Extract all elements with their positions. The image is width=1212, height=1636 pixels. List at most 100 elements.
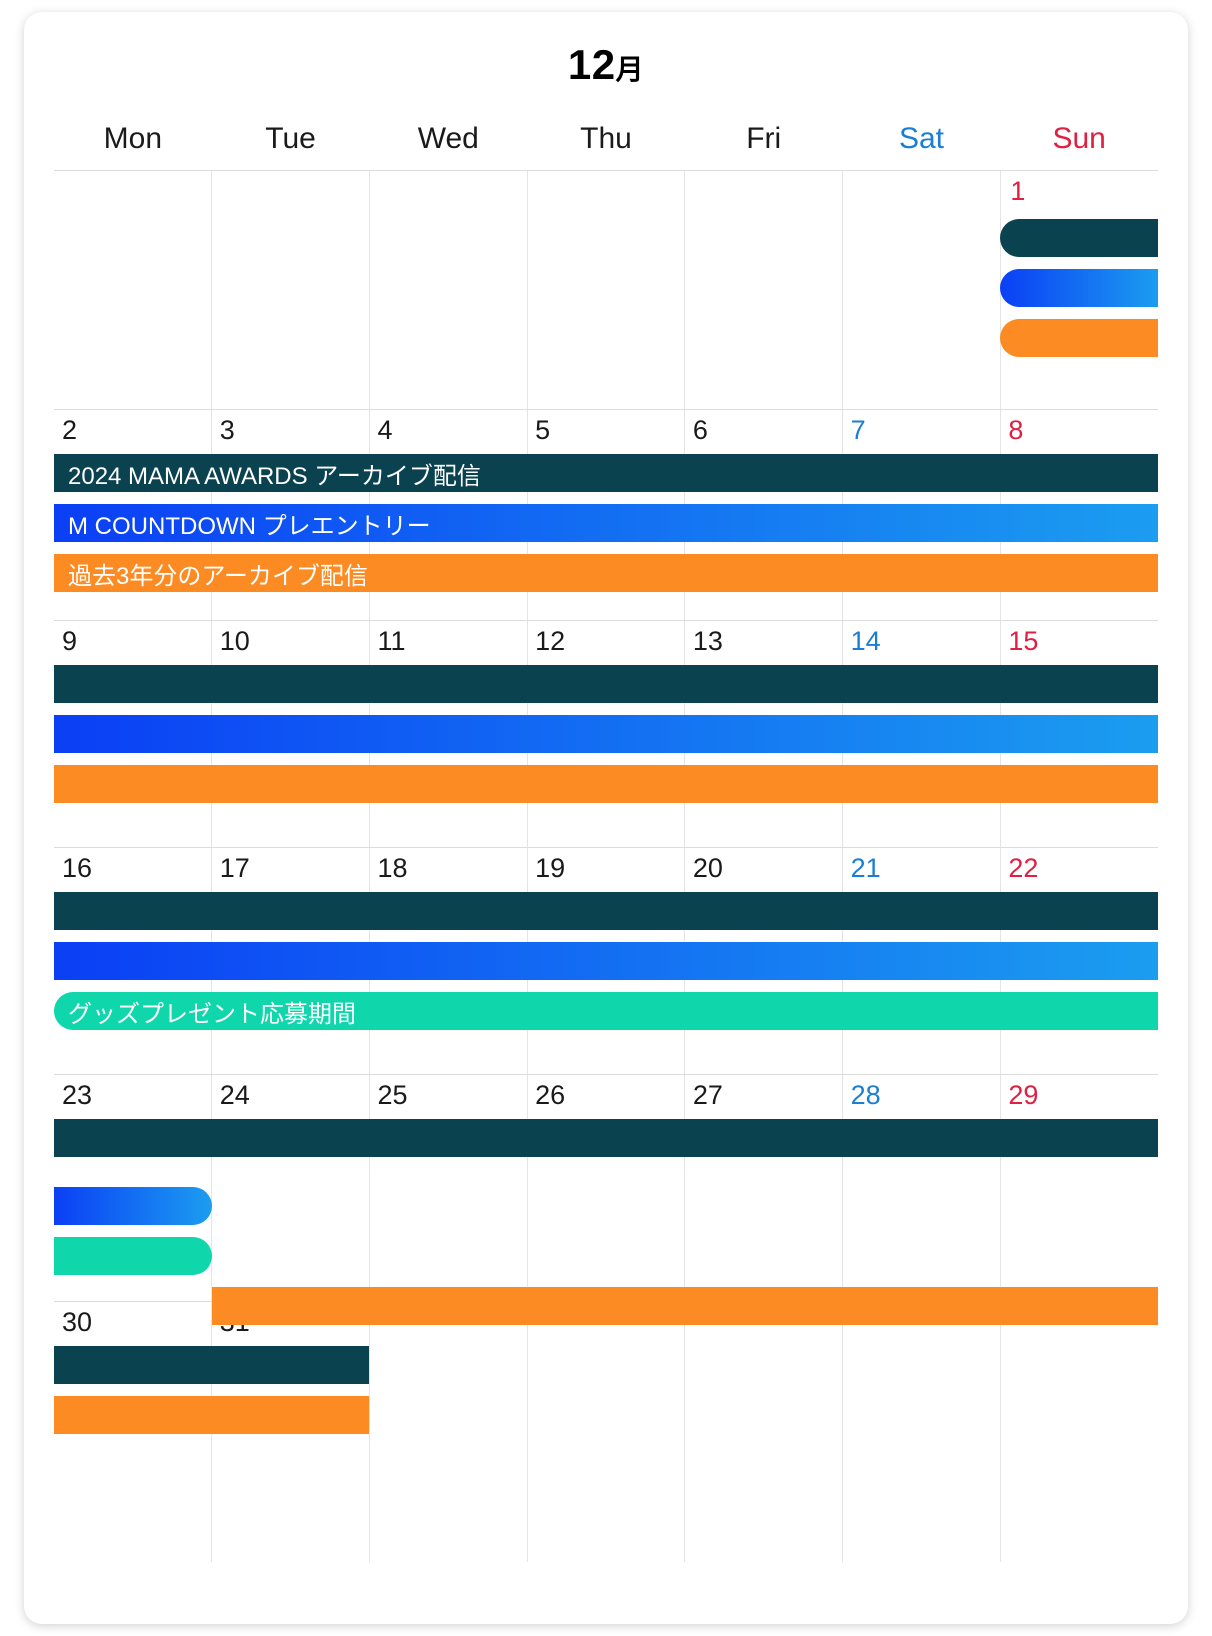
- day-cell: 8: [1000, 410, 1158, 446]
- day-cell: 15: [1000, 621, 1158, 657]
- day-cell: 29: [1000, 1075, 1158, 1111]
- event-bar-line: [54, 1237, 1158, 1275]
- event-bar[interactable]: [211, 1287, 1158, 1325]
- event-bar-line: [54, 892, 1158, 930]
- event-bar-line: [54, 1119, 1158, 1157]
- day-cell: 16: [54, 848, 212, 884]
- day-number: 13: [692, 626, 723, 656]
- day-number: 1: [1010, 176, 1026, 206]
- weekday-sun: Sun: [1052, 122, 1106, 155]
- day-number: 24: [219, 1080, 250, 1110]
- weekday-thu: Thu: [580, 122, 632, 155]
- event-bar[interactable]: [54, 1346, 370, 1384]
- day-cell: 24: [212, 1075, 370, 1111]
- event-bar[interactable]: [54, 1237, 212, 1275]
- event-bar-line: 過去3年分のアーカイブ配信: [54, 554, 1158, 592]
- event-bar-line: 2024 MAMA AWARDS アーカイブ配信: [54, 454, 1158, 492]
- event-bars: [54, 1346, 1158, 1446]
- event-bar[interactable]: [1000, 319, 1158, 357]
- day-number: 10: [219, 626, 250, 656]
- day-number: 15: [1008, 626, 1039, 656]
- event-bar-line: [54, 715, 1158, 753]
- day-number-row: 2 3 4 5 6 7 8: [54, 410, 1158, 446]
- event-bars: [54, 665, 1158, 815]
- event-bar-line: [54, 1396, 1158, 1434]
- day-cell: 6: [685, 410, 843, 446]
- day-cell: 25: [369, 1075, 527, 1111]
- event-bar[interactable]: グッズプレゼント応募期間: [54, 992, 1158, 1030]
- day-cell: 11: [369, 621, 527, 657]
- day-number-row: 1: [54, 171, 1158, 207]
- event-bars: [54, 1119, 1158, 1337]
- day-cell: 13: [685, 621, 843, 657]
- day-cell: [212, 171, 370, 207]
- event-bar-label: M COUNTDOWN プレエントリー: [68, 512, 431, 540]
- event-bar-label: 過去3年分のアーカイブ配信: [68, 562, 368, 590]
- day-cell: 9: [54, 621, 212, 657]
- day-number: 22: [1008, 853, 1039, 883]
- day-cell: 14: [843, 621, 1001, 657]
- day-number: 6: [692, 415, 708, 445]
- day-cell: [843, 171, 1001, 207]
- event-bar[interactable]: [54, 1187, 212, 1225]
- event-bar[interactable]: [54, 665, 1158, 703]
- weekday-tue: Tue: [265, 122, 316, 155]
- day-number: 11: [377, 626, 406, 656]
- event-bar[interactable]: [54, 942, 1158, 980]
- day-number: 19: [535, 853, 566, 883]
- day-number-row: 9 10 11 12 13 14 15: [54, 621, 1158, 657]
- day-cell: 20: [685, 848, 843, 884]
- day-cell: [369, 171, 527, 207]
- day-number: 3: [219, 415, 235, 445]
- month-unit: 月: [615, 54, 645, 85]
- day-number: 8: [1008, 415, 1024, 445]
- day-cell: 1: [1000, 171, 1158, 207]
- day-number: 26: [535, 1080, 566, 1110]
- calendar-week-row: 1: [54, 170, 1158, 409]
- day-number: 21: [850, 853, 881, 883]
- event-bar[interactable]: M COUNTDOWN プレエントリー: [54, 504, 1158, 542]
- page-title: 12月: [24, 12, 1188, 86]
- day-number: 17: [219, 853, 250, 883]
- weekday-sat: Sat: [898, 122, 944, 155]
- day-cell: 18: [369, 848, 527, 884]
- day-cell: 23: [54, 1075, 212, 1111]
- month-number: 12: [567, 41, 616, 88]
- event-bar-line: [54, 1187, 1158, 1225]
- calendar-week-row: 9 10 11 12 13 14 15: [54, 620, 1158, 847]
- day-cell: 10: [212, 621, 370, 657]
- event-bar-label: 2024 MAMA AWARDS アーカイブ配信: [68, 462, 481, 490]
- calendar-card: 12月 Mon Tue Wed Thu Fri Sat Sun 12345678…: [24, 12, 1188, 1624]
- weekday-header-row: Mon Tue Wed Thu Fri Sat Sun: [54, 86, 1158, 170]
- event-bar[interactable]: 過去3年分のアーカイブ配信: [54, 554, 1158, 592]
- day-number: 25: [377, 1080, 408, 1110]
- day-cell: 27: [685, 1075, 843, 1111]
- day-cell: 4: [369, 410, 527, 446]
- calendar-weeks: 1 2 3 4 5 6 7 8 2024 MAMA AWARDS アーカイブ配信 M COUNTD…: [54, 170, 1158, 1562]
- event-bar[interactable]: [54, 715, 1158, 753]
- calendar-week-row: 16 17 18 19 20 21 22 グッズプレゼント応募期間: [54, 847, 1158, 1074]
- day-number: 18: [377, 853, 408, 883]
- calendar-week-row: 23 24 25 26 27 28 29: [54, 1074, 1158, 1325]
- day-number: 5: [535, 415, 551, 445]
- event-bar[interactable]: [54, 765, 1158, 803]
- event-bar[interactable]: [1000, 219, 1158, 257]
- day-number: 9: [62, 626, 78, 656]
- event-bar[interactable]: [1000, 269, 1158, 307]
- day-number: 4: [377, 415, 393, 445]
- event-bar-line: [54, 1346, 1158, 1384]
- day-number: 28: [850, 1080, 881, 1110]
- day-cell: 3: [212, 410, 370, 446]
- event-bar[interactable]: [54, 1119, 1158, 1157]
- calendar-week-row: 2 3 4 5 6 7 8 2024 MAMA AWARDS アーカイブ配信 M COUNTDO…: [54, 409, 1158, 620]
- event-bars: グッズプレゼント応募期間: [54, 892, 1158, 1042]
- weekday-fri: Fri: [746, 122, 782, 155]
- event-bar[interactable]: [54, 892, 1158, 930]
- day-number-row: 16 17 18 19 20 21 22: [54, 848, 1158, 884]
- event-bar-line: [54, 219, 1158, 257]
- event-bar[interactable]: 2024 MAMA AWARDS アーカイブ配信: [54, 454, 1158, 492]
- event-bar-line: M COUNTDOWN プレエントリー: [54, 504, 1158, 542]
- event-bar-line: [54, 319, 1158, 357]
- event-bar[interactable]: [54, 1396, 370, 1434]
- day-cell: [54, 171, 212, 207]
